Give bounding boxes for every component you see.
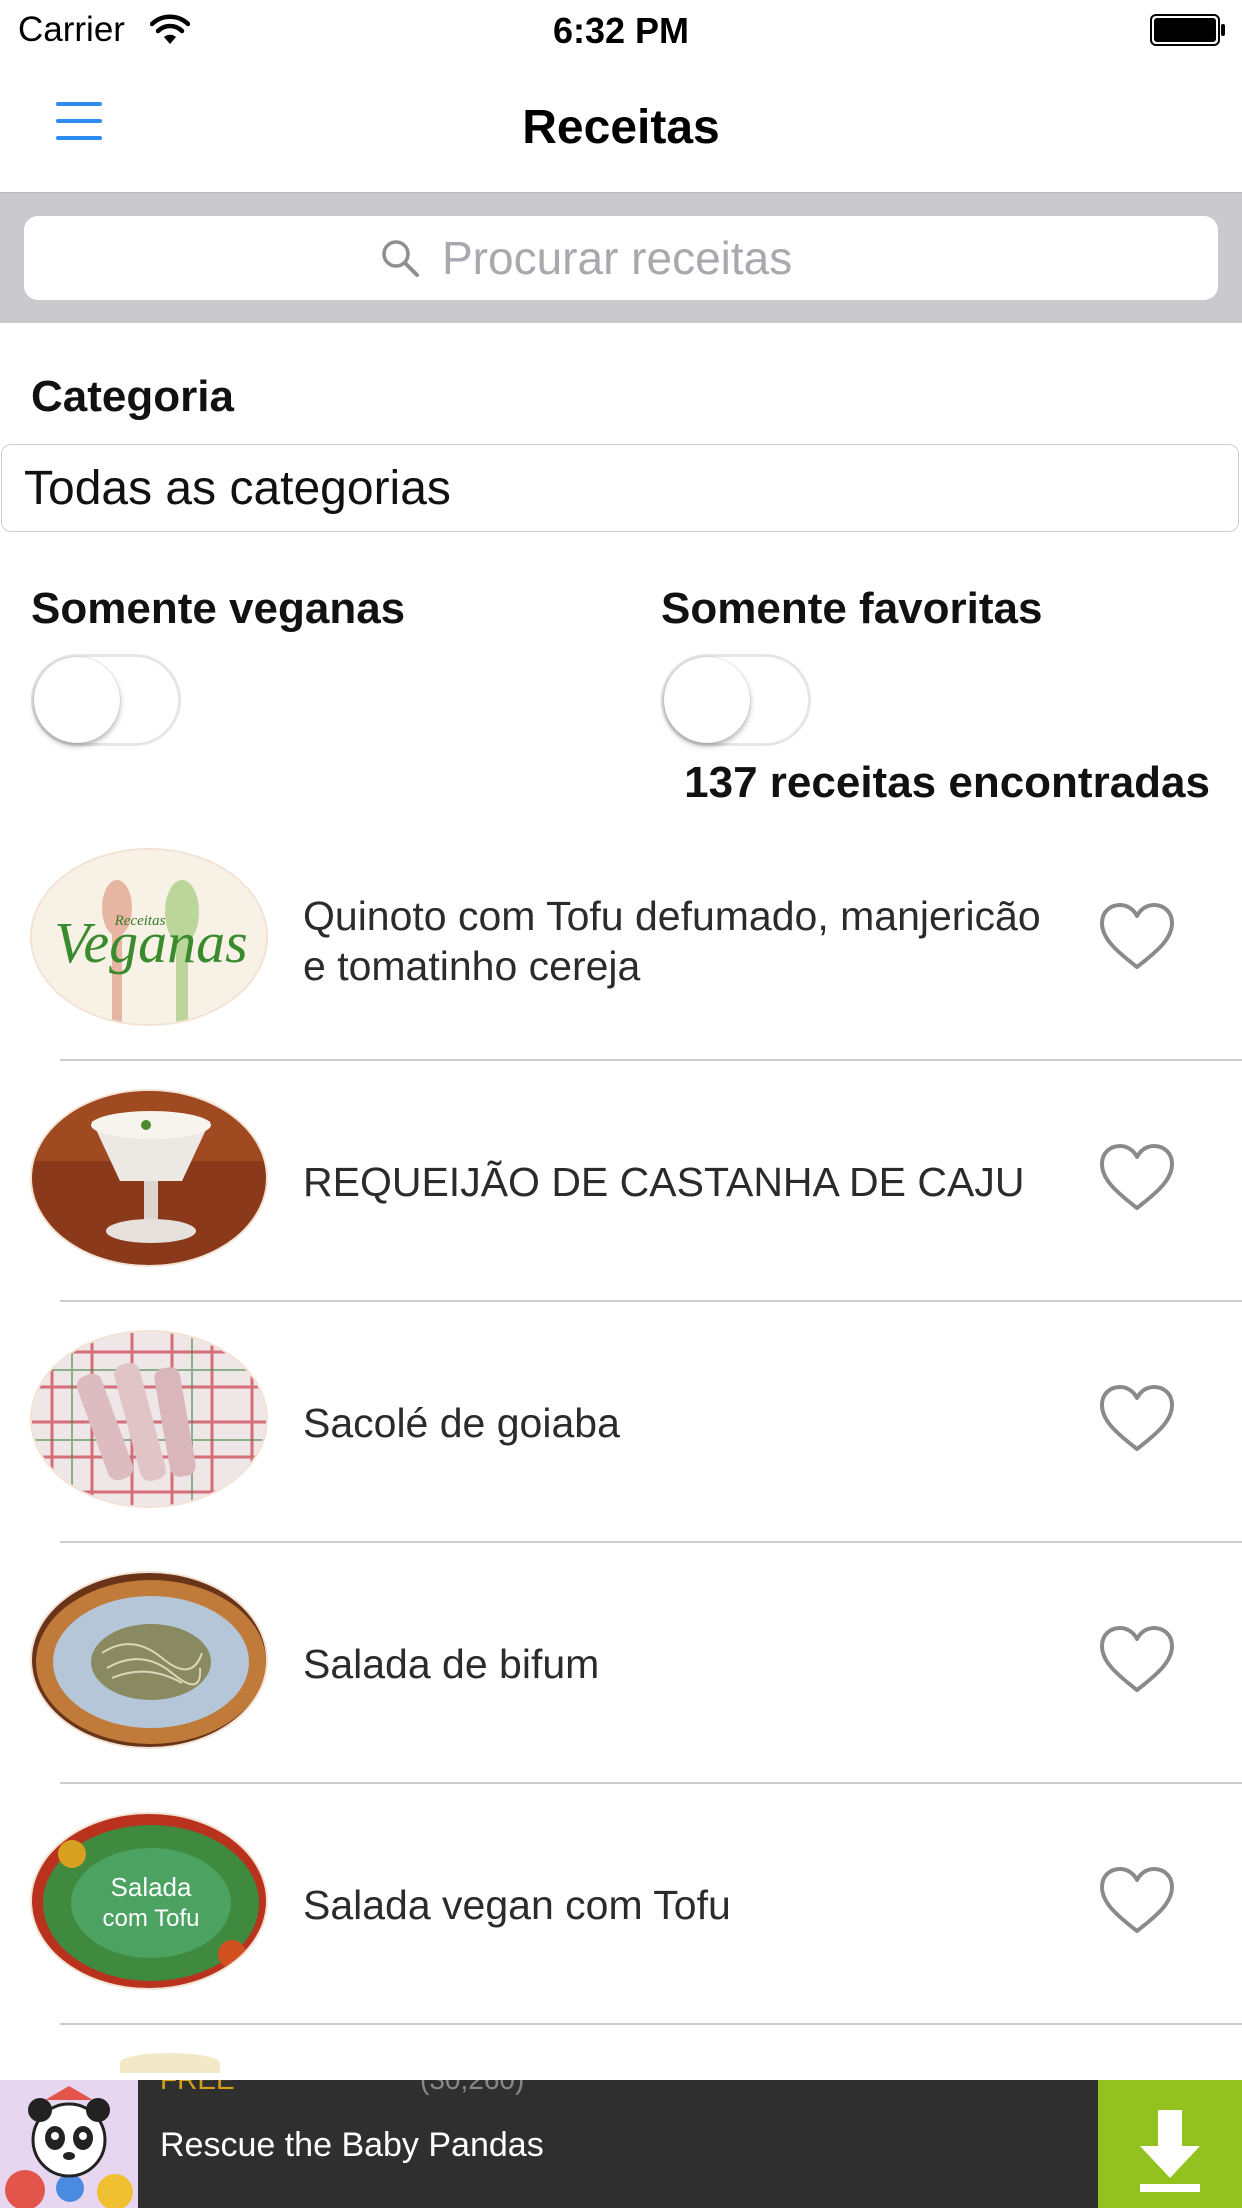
navigation-bar: Receitas bbox=[0, 62, 1242, 193]
category-value: Todas as categorias bbox=[24, 462, 451, 515]
status-bar: Carrier 6:32 PM bbox=[0, 0, 1242, 62]
recipe-name: REQUEIJÃO DE CASTANHA DE CAJU bbox=[303, 1158, 1025, 1205]
heart-icon[interactable] bbox=[1097, 1382, 1177, 1454]
recipe-name: Sacolé de goiaba bbox=[303, 1399, 620, 1446]
recipe-thumbnail bbox=[30, 1089, 268, 1267]
ad-download-button[interactable] bbox=[1098, 2080, 1242, 2208]
recipe-thumbnail: Receitas Veganas bbox=[30, 848, 268, 1026]
battery-icon bbox=[1150, 14, 1225, 46]
category-label: Categoria bbox=[31, 372, 234, 421]
download-arrow-icon bbox=[1140, 2110, 1200, 2192]
recipe-row-partial[interactable] bbox=[0, 2025, 1242, 2073]
vegan-only-switch[interactable] bbox=[31, 654, 181, 746]
recipe-thumbnail bbox=[30, 1571, 268, 1749]
search-field[interactable] bbox=[24, 216, 1218, 300]
ad-title: Rescue the Baby Pandas bbox=[160, 2126, 544, 2164]
thumb-title-text: Salada bbox=[111, 1872, 192, 1902]
search-input[interactable] bbox=[442, 231, 862, 285]
search-icon bbox=[382, 240, 419, 277]
category-select[interactable]: Todas as categorias bbox=[1, 444, 1239, 532]
clock: 6:32 PM bbox=[552, 10, 690, 51]
recipe-row[interactable]: Salada com Tofu Salada vegan com Tofu bbox=[0, 1784, 1242, 2025]
recipe-thumbnail: Salada com Tofu bbox=[30, 1812, 268, 1990]
vegan-only-label: Somente veganas bbox=[31, 584, 406, 633]
page-title: Receitas bbox=[522, 101, 720, 154]
recipe-row[interactable]: Salada de bifum bbox=[0, 1543, 1242, 1784]
recipe-row[interactable]: REQUEIJÃO DE CASTANHA DE CAJU bbox=[0, 1061, 1242, 1302]
result-count: 137 receitas encontradas bbox=[684, 758, 1210, 807]
recipe-row[interactable]: Receitas Veganas Quinoto com Tofu defuma… bbox=[0, 820, 1242, 1061]
recipe-name: Salada vegan com Tofu bbox=[303, 1881, 731, 1928]
recipe-list: Receitas Veganas Quinoto com Tofu defuma… bbox=[0, 820, 1242, 2073]
heart-icon[interactable] bbox=[1097, 900, 1177, 972]
favorites-only-switch[interactable] bbox=[661, 654, 811, 746]
switch-knob bbox=[34, 657, 120, 743]
heart-icon[interactable] bbox=[1097, 1141, 1177, 1213]
thumb-subtitle-text: com Tofu bbox=[103, 1905, 200, 1932]
favorites-only-label: Somente favoritas bbox=[661, 584, 1043, 633]
recipe-thumbnail bbox=[30, 1330, 268, 1508]
panda-app-icon bbox=[0, 2080, 138, 2208]
recipe-name: Quinoto com Tofu defumado, manjericão e … bbox=[303, 892, 1041, 989]
heart-icon[interactable] bbox=[1097, 1623, 1177, 1695]
heart-icon[interactable] bbox=[1097, 1864, 1177, 1936]
ad-free-label: FREE bbox=[160, 2080, 235, 2096]
switch-knob bbox=[664, 657, 750, 743]
recipe-thumbnail bbox=[120, 2053, 220, 2073]
search-bar bbox=[0, 193, 1242, 323]
thumb-logo-text: Veganas bbox=[54, 910, 247, 975]
recipe-row[interactable]: Sacolé de goiaba bbox=[0, 1302, 1242, 1543]
ad-banner[interactable]: FREE (30,260) Rescue the Baby Pandas bbox=[0, 2080, 1242, 2208]
ad-rating-count: (30,260) bbox=[420, 2080, 524, 2096]
recipe-name: Salada de bifum bbox=[303, 1640, 600, 1687]
